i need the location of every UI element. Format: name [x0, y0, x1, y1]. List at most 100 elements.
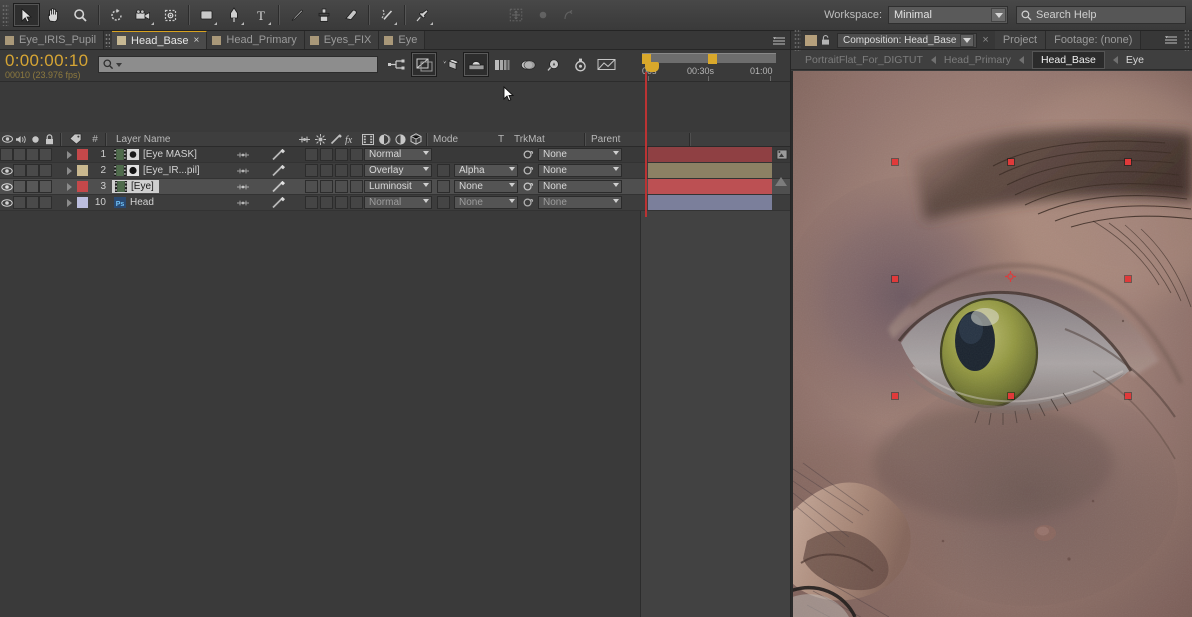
layer-switches[interactable] — [235, 148, 285, 161]
preserve-transparency-toggle[interactable] — [437, 196, 450, 209]
layer-name-cell[interactable]: Ps Head — [112, 197, 154, 208]
layer-parent-dropdown[interactable]: None — [538, 180, 1188, 193]
switch-box[interactable] — [335, 180, 348, 193]
hand-tool[interactable] — [40, 3, 67, 27]
layer-search-input[interactable] — [98, 56, 378, 73]
layer-solo-toggle[interactable] — [26, 164, 39, 178]
selection-handle[interactable] — [1008, 159, 1014, 165]
tab-head-base[interactable]: Head_Base × — [112, 31, 208, 49]
breadcrumb-item-head-primary[interactable]: Head_Primary — [944, 54, 1011, 66]
toolbar-grip[interactable] — [2, 4, 9, 26]
layer-audio-toggle[interactable] — [13, 180, 26, 194]
parent-pick-whip-icon[interactable] — [521, 196, 534, 209]
table-row[interactable]: 10 Ps Head Normal None None — [0, 195, 1188, 211]
layer-mode-dropdown[interactable]: Normal — [364, 196, 1014, 209]
chevron-down-icon[interactable] — [991, 8, 1006, 22]
shape-tool[interactable] — [193, 3, 220, 27]
layer-render-switches[interactable] — [305, 180, 365, 193]
puppet-pin-tool[interactable] — [409, 3, 436, 27]
composition-selector[interactable]: Composition: Head_Base — [837, 32, 978, 48]
tab-grip[interactable] — [105, 33, 111, 47]
layer-solo-toggle[interactable] — [26, 180, 39, 194]
layer-lock-toggle[interactable] — [39, 196, 52, 210]
layer-duration-bar[interactable] — [648, 163, 772, 178]
selection-handle[interactable] — [1125, 159, 1131, 165]
composition-viewer[interactable] — [791, 71, 1192, 617]
layer-audio-toggle[interactable] — [13, 148, 26, 162]
current-time-indicator[interactable] — [645, 62, 659, 82]
layer-name-cell[interactable]: [Eye_IR...pil] — [112, 165, 200, 176]
layer-video-toggle[interactable] — [0, 148, 13, 162]
layer-switches[interactable] — [235, 164, 285, 177]
timeline-panel-options-button[interactable] — [593, 52, 619, 77]
tab-eye-iris-pupil[interactable]: Eye_IRIS_Pupil — [0, 31, 105, 49]
layer-lock-toggle[interactable] — [39, 148, 52, 162]
layer-label-color[interactable] — [77, 149, 88, 160]
lock-panel-icon[interactable] — [820, 34, 832, 46]
layer-trkmat-dropdown[interactable]: Alpha — [454, 164, 1104, 177]
layer-render-switches[interactable] — [305, 164, 365, 177]
switch-box[interactable] — [335, 164, 348, 177]
layer-parent-dropdown[interactable]: None — [538, 196, 1188, 209]
timeline-graph-area[interactable] — [640, 147, 790, 617]
switch-box[interactable] — [350, 148, 363, 161]
comp-panel-menu-icon[interactable] — [1164, 35, 1178, 45]
tab-footage[interactable]: Footage: (none) — [1046, 31, 1142, 49]
selection-handle[interactable] — [1008, 393, 1014, 399]
layer-mode-dropdown[interactable]: Overlay — [364, 164, 1014, 177]
timeline-horizontal-scrollbar[interactable] — [0, 607, 640, 617]
preserve-transparency-toggle[interactable] — [437, 180, 450, 193]
draft-3d-button[interactable] — [411, 52, 437, 77]
workspace-select[interactable]: Minimal — [888, 6, 1008, 24]
layer-parent-dropdown[interactable]: None — [538, 148, 1188, 161]
switch-box[interactable] — [305, 164, 318, 177]
parent-pick-whip-icon[interactable] — [521, 148, 534, 161]
switch-box[interactable] — [320, 196, 333, 209]
snapping-icon-dim[interactable] — [556, 3, 583, 27]
layer-solo-toggle[interactable] — [26, 148, 39, 162]
tab-eyes-fix[interactable]: Eyes_FIX — [304, 31, 380, 49]
switch-box[interactable] — [350, 164, 363, 177]
tab-head-primary[interactable]: Head_Primary — [207, 31, 305, 49]
layer-audio-toggle[interactable] — [13, 164, 26, 178]
layer-parent-dropdown[interactable]: None — [538, 164, 1188, 177]
type-tool[interactable]: T — [247, 3, 274, 27]
comp-marker-icon[interactable] — [774, 148, 788, 162]
selection-handle[interactable] — [892, 276, 898, 282]
layer-switches[interactable] — [235, 180, 285, 193]
breadcrumb-item-eye[interactable]: Eye — [1126, 54, 1144, 66]
layer-render-switches[interactable] — [305, 196, 365, 209]
work-area-bar[interactable] — [642, 53, 776, 64]
layer-render-switches[interactable] — [305, 148, 365, 161]
work-area-end-handle[interactable] — [708, 54, 717, 64]
pan-behind-tool[interactable] — [157, 3, 184, 27]
cti-head[interactable] — [645, 62, 659, 72]
switch-box[interactable] — [305, 180, 318, 193]
selection-handle[interactable] — [1125, 276, 1131, 282]
comp-panel-grip[interactable] — [794, 29, 801, 51]
table-row[interactable]: 3 [Eye] Luminosit None None — [0, 179, 1188, 195]
close-icon[interactable]: × — [194, 35, 200, 46]
chevron-down-icon[interactable] — [960, 33, 975, 47]
panel-menu-icon[interactable] — [772, 36, 786, 46]
layer-name-cell[interactable]: [Eye MASK] — [112, 149, 197, 160]
composition-mini-flowchart-button[interactable] — [385, 52, 411, 77]
switch-box[interactable] — [320, 148, 333, 161]
layer-lock-toggle[interactable] — [39, 164, 52, 178]
current-timecode[interactable]: 0:00:00:10 00010 (23.976 fps) — [5, 52, 88, 80]
brainstorm-button[interactable] — [515, 52, 541, 77]
layer-audio-toggle[interactable] — [13, 196, 26, 210]
switch-box[interactable] — [305, 148, 318, 161]
switch-box[interactable] — [335, 148, 348, 161]
layer-label-color[interactable] — [77, 181, 88, 192]
switch-box[interactable] — [320, 164, 333, 177]
layer-switches[interactable] — [235, 196, 285, 209]
time-ruler[interactable]: 00s 00:30s 01:00 — [640, 50, 790, 82]
eraser-tool[interactable] — [337, 3, 364, 27]
tab-project[interactable]: Project — [994, 31, 1047, 49]
switch-box[interactable] — [350, 180, 363, 193]
preserve-transparency-toggle[interactable] — [437, 164, 450, 177]
layer-expand-triangle[interactable] — [64, 166, 75, 175]
layer-trkmat-dropdown[interactable]: None — [454, 180, 1104, 193]
layer-solo-toggle[interactable] — [26, 196, 39, 210]
